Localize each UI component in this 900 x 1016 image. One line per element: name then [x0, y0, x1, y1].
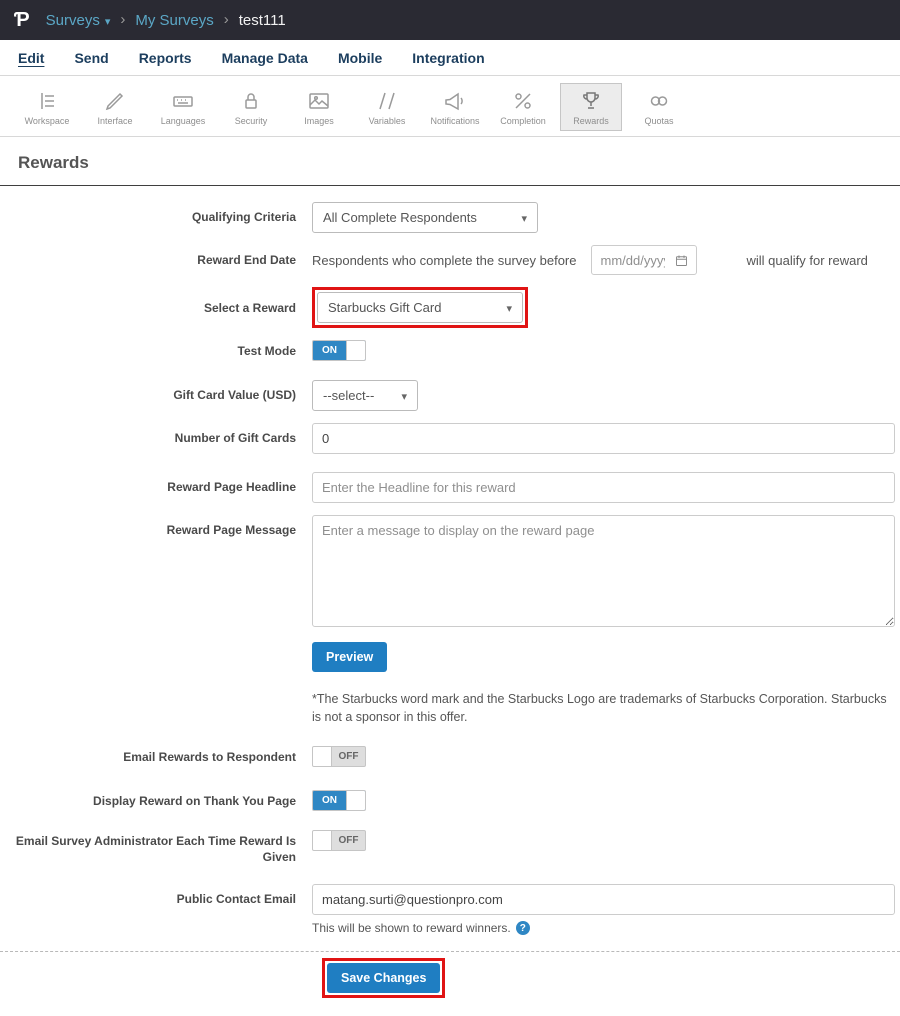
end-date-suffix-text: will qualify for reward — [747, 253, 868, 268]
help-icon[interactable]: ? — [516, 921, 530, 935]
starbucks-disclaimer: *The Starbucks word mark and the Starbuc… — [312, 690, 895, 726]
number-gift-cards-label: Number of Gift Cards — [0, 423, 312, 447]
tab-integration[interactable]: Integration — [412, 50, 484, 66]
tab-edit[interactable]: Edit — [18, 50, 44, 66]
reward-headline-label: Reward Page Headline — [0, 472, 312, 496]
email-admin-toggle[interactable]: OFF — [312, 830, 366, 851]
page-title: Rewards — [0, 137, 900, 185]
save-changes-button[interactable]: Save Changes — [327, 963, 440, 993]
row-gift-card-value: Gift Card Value (USD) --select-- — [0, 380, 900, 411]
lock-icon — [239, 89, 263, 113]
toolbar-item-quotas[interactable]: Quotas — [628, 83, 690, 131]
tab-mobile[interactable]: Mobile — [338, 50, 382, 66]
chain-links-icon — [647, 89, 671, 113]
breadcrumb-my-surveys[interactable]: My Surveys — [135, 12, 213, 29]
toolbar-item-interface[interactable]: Interface — [84, 83, 146, 131]
contact-email-helper-text: This will be shown to reward winners. — [312, 921, 511, 935]
toggle-handle — [313, 747, 332, 766]
select-caret-icon — [387, 388, 407, 403]
megaphone-icon — [443, 89, 467, 113]
reward-message-textarea[interactable] — [312, 515, 895, 627]
breadcrumb-surveys[interactable]: Surveys — [46, 12, 111, 29]
qualifying-criteria-label: Qualifying Criteria — [0, 202, 312, 226]
annotation-box-save: Save Changes — [322, 958, 445, 998]
save-area: Save Changes — [0, 951, 900, 1016]
gift-card-value-select[interactable]: --select-- — [312, 380, 418, 411]
toolbar-item-variables[interactable]: Variables — [356, 83, 418, 131]
end-date-input[interactable] — [592, 247, 674, 273]
toolbar-item-notifications[interactable]: Notifications — [424, 83, 486, 131]
reward-message-label: Reward Page Message — [0, 515, 312, 539]
row-test-mode: Test Mode ON — [0, 340, 900, 361]
tab-send[interactable]: Send — [74, 50, 108, 66]
keyboard-icon — [171, 89, 195, 113]
gift-card-value-label: Gift Card Value (USD) — [0, 380, 312, 404]
select-caret-icon — [492, 300, 512, 315]
row-display-reward: Display Reward on Thank You Page ON — [0, 790, 900, 811]
toggle-handle — [313, 831, 332, 850]
row-select-reward: Select a Reward Starbucks Gift Card — [0, 287, 900, 328]
top-header: Ƥ Surveys My Surveys test111 — [0, 0, 900, 40]
email-rewards-toggle[interactable]: OFF — [312, 746, 366, 767]
toolbar-item-completion[interactable]: Completion — [492, 83, 554, 131]
chevron-down-icon — [105, 12, 111, 29]
row-number-gift-cards: Number of Gift Cards — [0, 423, 900, 454]
toolbar-item-rewards[interactable]: Rewards — [560, 83, 622, 131]
end-date-prefix-text: Respondents who complete the survey befo… — [312, 253, 577, 268]
toolbar-item-languages[interactable]: Languages — [152, 83, 214, 131]
row-email-admin: Email Survey Administrator Each Time Rew… — [0, 830, 900, 865]
display-reward-label: Display Reward on Thank You Page — [0, 790, 312, 810]
email-rewards-label: Email Rewards to Respondent — [0, 746, 312, 766]
row-reward-end-date: Reward End Date Respondents who complete… — [0, 245, 900, 275]
slashes-icon — [375, 89, 399, 113]
image-icon — [307, 89, 331, 113]
tab-reports[interactable]: Reports — [139, 50, 192, 66]
rewards-form: Qualifying Criteria All Complete Respond… — [0, 186, 900, 1016]
display-reward-toggle[interactable]: ON — [312, 790, 366, 811]
toolbar-item-workspace[interactable]: Workspace — [16, 83, 78, 131]
test-mode-label: Test Mode — [0, 340, 312, 360]
test-mode-toggle[interactable]: ON — [312, 340, 366, 361]
preview-button[interactable]: Preview — [312, 642, 387, 672]
tab-manage-data[interactable]: Manage Data — [222, 50, 308, 66]
toggle-handle — [346, 341, 365, 360]
row-reward-headline: Reward Page Headline — [0, 472, 900, 503]
questionpro-logo[interactable]: Ƥ — [14, 9, 30, 32]
paintbrush-icon — [103, 89, 127, 113]
number-gift-cards-input[interactable] — [312, 423, 895, 454]
breadcrumb-current-survey: test111 — [239, 12, 286, 29]
select-caret-icon — [507, 210, 527, 225]
toolbar-item-security[interactable]: Security — [220, 83, 282, 131]
trophy-icon — [579, 89, 603, 113]
edit-toolbar: Workspace Interface Languages Security I… — [0, 76, 900, 137]
annotation-box-select-reward: Starbucks Gift Card — [312, 287, 528, 328]
row-reward-message: Reward Page Message Preview *The Starbuc… — [0, 515, 900, 726]
row-email-rewards: Email Rewards to Respondent OFF — [0, 746, 900, 771]
toggle-handle — [346, 791, 365, 810]
reward-end-date-label: Reward End Date — [0, 245, 312, 269]
workspace-icon — [35, 89, 59, 113]
percent-icon — [511, 89, 535, 113]
qualifying-criteria-select[interactable]: All Complete Respondents — [312, 202, 538, 233]
row-contact-email: Public Contact Email This will be shown … — [0, 884, 900, 935]
breadcrumb-separator — [224, 11, 229, 29]
row-qualifying-criteria: Qualifying Criteria All Complete Respond… — [0, 202, 900, 233]
reward-headline-input[interactable] — [312, 472, 895, 503]
toolbar-item-images[interactable]: Images — [288, 83, 350, 131]
calendar-icon[interactable] — [674, 253, 689, 268]
breadcrumb-separator — [120, 11, 125, 29]
end-date-field[interactable] — [591, 245, 697, 275]
contact-email-input[interactable] — [312, 884, 895, 915]
select-reward-select[interactable]: Starbucks Gift Card — [317, 292, 523, 323]
select-reward-label: Select a Reward — [0, 287, 312, 317]
main-nav: Edit Send Reports Manage Data Mobile Int… — [0, 40, 900, 76]
contact-email-label: Public Contact Email — [0, 884, 312, 908]
email-admin-label: Email Survey Administrator Each Time Rew… — [0, 830, 312, 865]
